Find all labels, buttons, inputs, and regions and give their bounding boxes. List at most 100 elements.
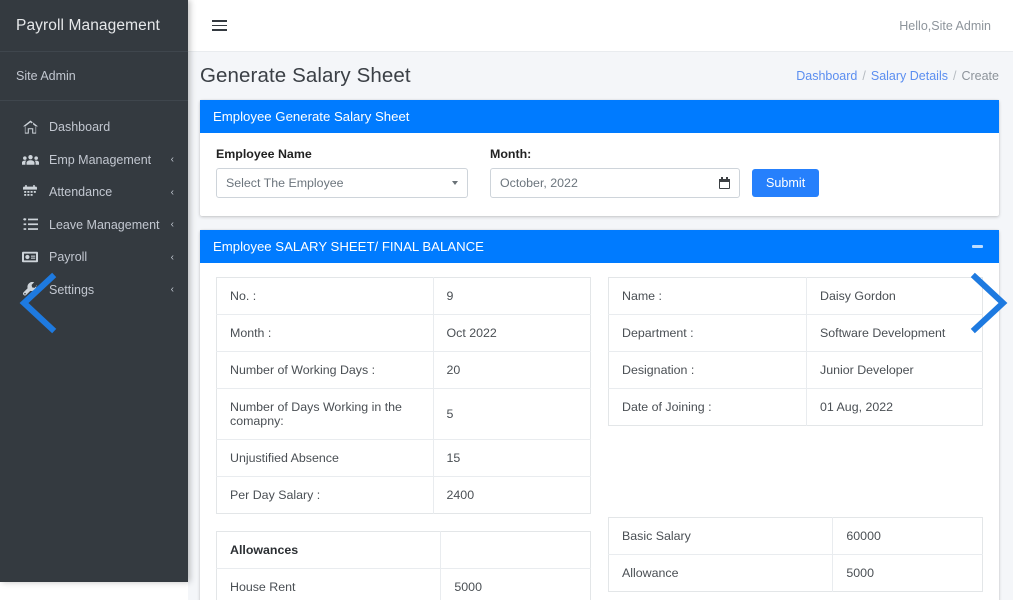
sidebar-user: Site Admin xyxy=(0,52,188,101)
hamburger-icon[interactable] xyxy=(210,16,229,35)
table-row: House Rent 5000 xyxy=(216,568,591,600)
table-row: Allowance 5000 xyxy=(608,554,983,592)
table-row: Basic Salary 60000 xyxy=(608,517,983,555)
breadcrumb-salary-details[interactable]: Salary Details xyxy=(871,69,948,83)
left-info-table: No. : 9 Month : Oct 2022 Number of Worki… xyxy=(216,277,591,514)
row-value: 5000 xyxy=(440,568,591,600)
minimize-icon[interactable] xyxy=(968,238,986,256)
brand-title: Payroll Management xyxy=(0,0,188,52)
row-value: 15 xyxy=(433,439,591,477)
sidebar-item-leave-management[interactable]: Leave Management ‹ xyxy=(0,209,188,242)
table-row: Department : Software Development xyxy=(608,314,983,352)
chevron-left-icon: ‹ xyxy=(170,186,174,198)
generate-card-header: Employee Generate Salary Sheet xyxy=(200,100,999,133)
sheet-left-column: No. : 9 Month : Oct 2022 Number of Worki… xyxy=(216,277,591,600)
table-row: Month : Oct 2022 xyxy=(216,314,591,352)
sidebar-item-attendance[interactable]: Attendance ‹ xyxy=(0,176,188,209)
generate-card-title: Employee Generate Salary Sheet xyxy=(213,109,410,124)
table-row: Allowances xyxy=(216,531,591,569)
main-content: Hello,Site Admin Generate Salary Sheet D… xyxy=(188,0,1013,600)
table-row: Per Day Salary : 2400 xyxy=(216,476,591,514)
table-row: Number of Days Working in the comapny: 5 xyxy=(216,388,591,440)
table-row: No. : 9 xyxy=(216,277,591,315)
calendar-icon xyxy=(20,184,40,200)
home-icon xyxy=(20,119,40,135)
topbar: Hello,Site Admin xyxy=(188,0,1013,52)
users-icon xyxy=(20,152,40,168)
row-key: Allowances xyxy=(216,531,442,569)
table-row: Name : Daisy Gordon xyxy=(608,277,983,315)
generate-salary-card: Employee Generate Salary Sheet Employee … xyxy=(200,100,999,216)
sheet-right-column: Name : Daisy Gordon Department : Softwar… xyxy=(608,277,983,600)
list-icon xyxy=(20,217,40,233)
sidebar-item-label: Leave Management xyxy=(49,217,160,232)
chevron-left-icon: ‹ xyxy=(170,284,174,296)
salary-sheet-header: Employee SALARY SHEET/ FINAL BALANCE xyxy=(200,230,999,263)
sidebar-user-label: Site Admin xyxy=(16,69,76,83)
salary-sheet-body: No. : 9 Month : Oct 2022 Number of Worki… xyxy=(200,263,999,600)
app-window: Payroll Management Site Admin Dashboard … xyxy=(0,0,1013,600)
row-value: Junior Developer xyxy=(806,351,983,389)
wrench-icon xyxy=(20,282,40,298)
month-field-group: Month: October, 2022 xyxy=(490,147,740,198)
row-value: 9 xyxy=(446,289,454,303)
sidebar-item-emp-management[interactable]: Emp Management ‹ xyxy=(0,144,188,177)
table-row: Unjustified Absence 15 xyxy=(216,439,591,477)
row-key: Department : xyxy=(608,314,807,352)
greeting-label: Hello,Site Admin xyxy=(899,18,991,33)
sidebar-item-label: Settings xyxy=(49,282,95,297)
right-info-table: Name : Daisy Gordon Department : Softwar… xyxy=(608,277,983,426)
employee-select[interactable]: Select The Employee xyxy=(216,168,468,198)
row-value: 60000 xyxy=(846,529,881,543)
row-value: Oct 2022 xyxy=(433,314,591,352)
page-title: Generate Salary Sheet xyxy=(200,64,411,87)
salary-sheet-title: Employee SALARY SHEET/ FINAL BALANCE xyxy=(213,239,484,254)
salary-sheet-card: Employee SALARY SHEET/ FINAL BALANCE No.… xyxy=(200,230,999,600)
month-label: Month: xyxy=(490,147,532,161)
employee-name-label: Employee Name xyxy=(216,147,312,161)
breadcrumb-separator: / xyxy=(952,69,957,83)
row-key: Name : xyxy=(608,277,807,315)
table-row: Date of Joining : 01 Aug, 2022 xyxy=(608,388,983,426)
sidebar-item-payroll[interactable]: Payroll ‹ xyxy=(0,241,188,274)
table-row: Number of Working Days : 20 xyxy=(216,351,591,389)
row-key: Designation : xyxy=(608,351,807,389)
row-value: Daisy Gordon xyxy=(820,289,896,303)
sidebar-item-settings[interactable]: Settings ‹ xyxy=(0,274,188,307)
page-header: Generate Salary Sheet Dashboard / Salary… xyxy=(188,52,1013,100)
sidebar-nav: Dashboard Emp Management ‹ Attendance ‹ xyxy=(0,101,188,306)
row-key: House Rent xyxy=(216,568,442,600)
row-key: Date of Joining : xyxy=(608,388,807,426)
row-value: 2400 xyxy=(433,476,591,514)
row-value: 5000 xyxy=(832,554,983,592)
generate-form: Employee Name Select The Employee Month:… xyxy=(216,147,983,198)
sidebar-item-label: Payroll xyxy=(49,250,88,265)
row-key: Month : xyxy=(216,314,434,352)
sidebar-item-label: Emp Management xyxy=(49,152,152,167)
sheet-top-grid: No. : 9 Month : Oct 2022 Number of Worki… xyxy=(216,277,983,600)
chevron-left-icon: ‹ xyxy=(170,154,174,166)
table-row: Designation : Junior Developer xyxy=(608,351,983,389)
submit-button[interactable]: Submit xyxy=(752,169,820,197)
breadcrumb-separator: / xyxy=(862,69,866,83)
row-value: Software Development xyxy=(806,314,983,352)
breadcrumb: Dashboard / Salary Details / Create xyxy=(796,69,999,83)
row-key: Number of Days Working in the comapny: xyxy=(216,388,434,440)
row-key: Allowance xyxy=(608,554,834,592)
sidebar-item-label: Dashboard xyxy=(49,120,111,135)
row-value: 20 xyxy=(433,351,591,389)
row-key: Number of Working Days : xyxy=(216,351,434,389)
chevron-left-icon: ‹ xyxy=(170,219,174,231)
sidebar-item-dashboard[interactable]: Dashboard xyxy=(0,111,188,144)
salary-breakdown-table: Basic Salary 60000 Allowance 5000 xyxy=(608,517,983,592)
row-key: Unjustified Absence xyxy=(216,439,434,477)
month-input[interactable]: October, 2022 xyxy=(490,168,740,198)
money-icon xyxy=(20,249,40,265)
chevron-left-icon: ‹ xyxy=(170,251,174,263)
calendar-picker-icon[interactable] xyxy=(719,177,730,189)
breadcrumb-dashboard[interactable]: Dashboard xyxy=(796,69,857,83)
row-key: No. : xyxy=(216,277,434,315)
sidebar: Payroll Management Site Admin Dashboard … xyxy=(0,0,188,582)
row-value: 01 Aug, 2022 xyxy=(806,388,983,426)
row-key: Per Day Salary : xyxy=(216,476,434,514)
